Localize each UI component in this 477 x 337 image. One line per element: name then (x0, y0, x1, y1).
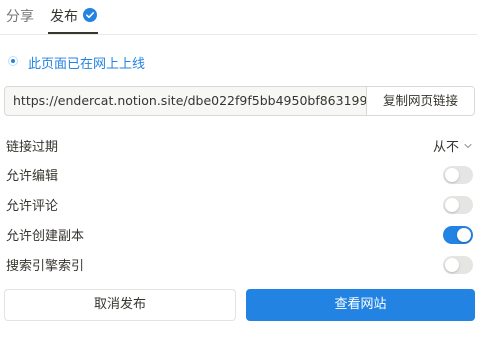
public-link-box: https://endercat.notion.site/dbe022f9f5b… (4, 86, 475, 116)
setting-label: 搜索引擎索引 (6, 259, 85, 274)
allow-comment-toggle[interactable] (443, 196, 473, 214)
link-expire-select[interactable]: 从不 (433, 136, 473, 155)
setting-row-search-index: 搜索引擎索引 (6, 253, 473, 275)
toggle-knob (457, 228, 471, 242)
unpublish-button[interactable]: 取消发布 (4, 289, 236, 321)
link-expire-row: 链接过期 从不 (6, 134, 473, 156)
status-text: 此页面已在网上上线 (28, 57, 146, 72)
link-expire-value: 从不 (432, 140, 459, 155)
link-expire-label: 链接过期 (6, 140, 59, 155)
allow-duplicate-toggle[interactable] (443, 226, 473, 244)
setting-label: 允许编辑 (6, 169, 59, 184)
toggle-knob (445, 168, 459, 182)
setting-row-allow-duplicate: 允许创建副本 (6, 223, 473, 245)
search-index-toggle[interactable] (443, 256, 473, 274)
toggle-knob (445, 258, 459, 272)
check-circle-icon (83, 8, 97, 22)
toggle-knob (445, 198, 459, 212)
allow-edit-toggle[interactable] (443, 166, 473, 184)
setting-row-allow-comment: 允许评论 (6, 193, 473, 215)
chevron-down-icon (464, 143, 472, 148)
public-link-url[interactable]: https://endercat.notion.site/dbe022f9f5b… (13, 93, 369, 108)
setting-label: 允许评论 (6, 199, 59, 214)
tab-share[interactable]: 分享 (6, 8, 34, 26)
tab-publish[interactable]: 发布 (50, 8, 78, 26)
status-dot-icon (8, 56, 18, 66)
setting-label: 允许创建副本 (6, 229, 85, 244)
view-site-button[interactable]: 查看网站 (246, 289, 475, 321)
copy-link-button[interactable]: 复制网页链接 (366, 87, 474, 115)
setting-row-allow-edit: 允许编辑 (6, 163, 473, 185)
tab-bar: 分享 发布 (0, 0, 477, 35)
active-tab-indicator (48, 32, 98, 34)
